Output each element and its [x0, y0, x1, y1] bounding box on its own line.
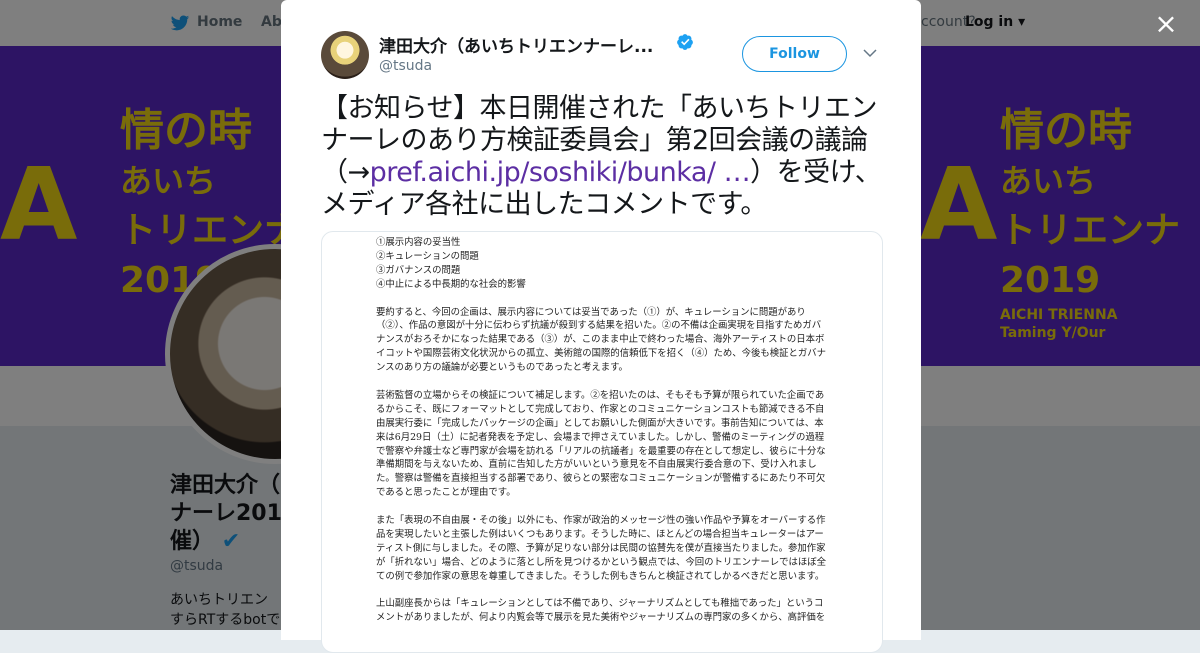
document-text-line: ナンスがおろそかになった結果である（③）が、このまま中止で終わった場合、海外アー… [376, 334, 825, 346]
document-text-line: ンスのあり方の議論が必要というものであったと考えます。 [376, 362, 628, 374]
document-text-line: 由展実行委に「完成したパッケージの企画」としてお願いした側面が大きいです。事前告… [376, 417, 824, 429]
document-text-line: イコットや国際芸術文化状況からの孤立、美術館の国際的信頼低下を招く（④）ため、今… [376, 348, 827, 360]
tweet-modal: 津田大介（あいちトリエンナーレ... @tsuda Follow 【お知らせ】本… [281, 0, 921, 653]
follow-button[interactable]: Follow [742, 36, 847, 72]
document-text-line: （②）、作品の意図が十分に伝わらず抗議が殺到する結果を招いた。②の不備は企画実現… [376, 320, 822, 332]
document-text-line: メントがありましたが、何より内覧会等で展示を見た美術やジャーナリズムの専門家の多… [376, 612, 826, 624]
document-text-line: 芸術監督の立場からその検証について補足します。②を招いたのは、そもそも予算が限ら… [376, 389, 825, 401]
close-icon[interactable]: × [1154, 10, 1178, 38]
chevron-down-icon[interactable] [863, 46, 877, 60]
document-text-line: ③ガバナンスの問題 [376, 264, 461, 276]
document-text-line: ての例で参加作家の意思を尊重してきました。そうした例もきちんと検証されてしかるべ… [376, 570, 825, 582]
document-text-line: 準備期間を与えないため、直前に告知した方がいいという意見を不自由展実行委合意の下… [376, 459, 817, 471]
author-name[interactable]: 津田大介（あいちトリエンナーレ... [379, 32, 653, 57]
author-handle[interactable]: @tsuda [379, 58, 432, 74]
document-text-line: 上山副座長からは「キュレーションとしては不備であり、ジャーナリズムとしても稚拙で… [376, 598, 824, 610]
document-text-line: であると思ったことが理由です。 [376, 487, 516, 499]
document-text-line: ④中止による中長期的な社会的影響 [376, 278, 526, 290]
document-text-line: 来は6月29日（土）に記者発表を予定し、会場まで押さえていました。しかし、警備の… [376, 431, 825, 443]
document-text-line: るからこそ、既にフォーマットとして完成しており、作家とのコミュニケーションコスト… [376, 403, 825, 415]
document-text-line: また「表現の不自由展・その後」以外にも、作家が政治的メッセージ性の強い作品や予算… [376, 515, 826, 526]
document-text-line: ティスト側に与しました。その際、予算が足りない部分は民間の協賛先を僕が直接当たり… [376, 542, 826, 554]
document-text-line: 要約すると、今回の企画は、展示内容については妥当であった（①）が、キュレーション… [376, 306, 806, 318]
document-text-line: た。警察は警備を直接担当する部署であり、彼らとの緊密なコミュニケーションが警備す… [376, 473, 826, 485]
document-text-line: ②キュレーションの問題 [376, 250, 479, 262]
tweet-image-document[interactable]: ①展示内容の妥当性 ②キュレーションの問題 ③ガバナンスの問題 ④中止による中長期的な… [321, 231, 883, 653]
tweet-link[interactable]: pref.aichi.jp/soshiki/bunka/ … [370, 157, 751, 188]
document-text-line: 品を実現したいと主張した例はいくつもあります。そうした時に、ほとんどの場合担当キ… [376, 528, 824, 540]
author-avatar[interactable] [321, 31, 369, 79]
verified-badge-icon [677, 34, 693, 50]
tweet-text: 【お知らせ】本日開催された「あいちトリエンナーレのあり方検証委員会」第2回会議の… [321, 93, 891, 221]
document-text-line: ①展示内容の妥当性 [376, 237, 461, 248]
document-text-line: で警察や弁護士など専門家が会場を訪れる「リアルの抗議者」を最重要の存在として想定… [376, 445, 826, 457]
document-text-line: が「折れない」場合、どのように落とし所を見つけるかという観点では、今回のトリエン… [376, 556, 827, 568]
